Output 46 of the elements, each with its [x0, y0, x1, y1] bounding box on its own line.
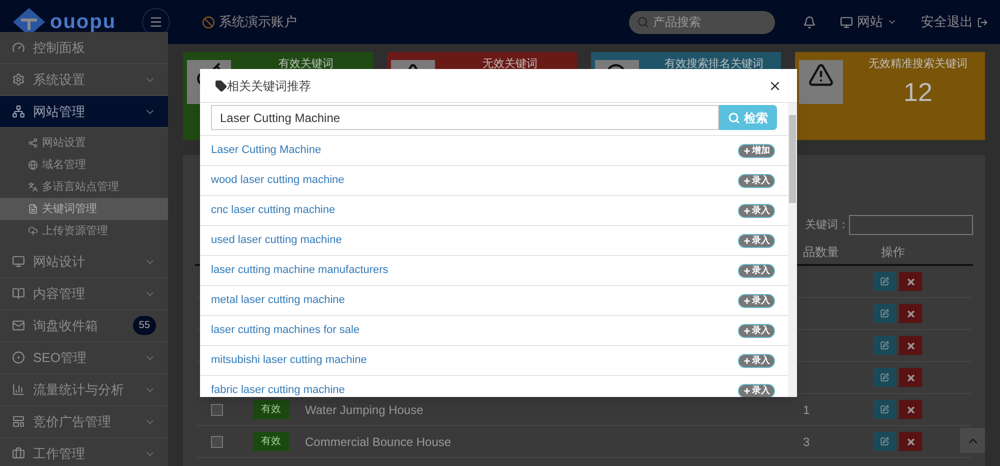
keyword-link[interactable]: fabric laser cutting machine — [211, 382, 738, 397]
table-cell-text: Commercial Bounce House — [305, 434, 452, 450]
keyword-link[interactable]: mitsubishi laser cutting machine — [211, 352, 738, 369]
keyword-search-field[interactable]: Laser Cutting Machine — [211, 105, 719, 130]
table-cell-text: 3 — [803, 434, 811, 450]
site-menu[interactable]: 网站 — [840, 12, 897, 32]
add-keyword-button[interactable]: 录入 — [738, 354, 775, 368]
filter-label: 关键词： — [805, 218, 849, 233]
add-keyword-button[interactable]: 增加 — [738, 144, 775, 158]
column-header[interactable]: 品数量 — [803, 243, 873, 261]
modal-title: 相关关键词推荐 — [227, 78, 312, 94]
add-keyword-button[interactable]: 录入 — [738, 204, 775, 218]
status-badge: 有效 — [253, 400, 289, 419]
table-cell-text: Water Jumping House — [305, 402, 424, 418]
account-label: 系统演示账户 — [219, 13, 297, 32]
stat-label: 无效精准搜索关键词 — [868, 56, 968, 72]
add-keyword-button[interactable]: 录入 — [738, 264, 775, 278]
keyword-link[interactable]: used laser cutting machine — [211, 232, 738, 249]
status-badge: 有效 — [253, 432, 289, 451]
count-badge: 55 — [132, 316, 156, 335]
keyword-link[interactable]: laser cutting machine manufacturers — [211, 262, 738, 279]
add-keyword-button[interactable]: 录入 — [738, 294, 775, 308]
submenu-item[interactable]: 域名管理 — [0, 154, 168, 176]
keyword-link[interactable]: Laser Cutting Machine — [211, 142, 738, 159]
submenu-item[interactable]: 关键词管理 — [0, 198, 168, 220]
table-cell-text: 1 — [803, 402, 811, 418]
submenu-item[interactable]: 网站设置 — [0, 132, 168, 154]
logo-text: ouopu — [50, 10, 116, 35]
add-keyword-button[interactable]: 录入 — [738, 174, 775, 188]
search-field[interactable]: 产品搜索 — [629, 10, 775, 34]
add-keyword-button[interactable]: 录入 — [738, 234, 775, 248]
stat-label: 无效关键词 — [482, 56, 538, 72]
submenu-item[interactable]: 上传资源管理 — [0, 220, 168, 242]
stat-label: 有效关键词 — [278, 56, 334, 72]
stat-label: 有效搜索排名关键词 — [664, 56, 764, 72]
keyword-link[interactable]: metal laser cutting machine — [211, 292, 738, 309]
keyword-link[interactable]: cnc laser cutting machine — [211, 202, 738, 219]
sidebar-item[interactable]: 网站管理 — [0, 96, 168, 128]
keyword-link[interactable]: wood laser cutting machine — [211, 172, 738, 189]
stat-value: 12 — [904, 76, 932, 108]
add-keyword-button[interactable]: 录入 — [738, 384, 775, 397]
keyword-link[interactable]: laser cutting machines for sale — [211, 322, 738, 339]
add-keyword-button[interactable]: 录入 — [738, 324, 775, 338]
logout-link[interactable]: 安全退出 — [921, 12, 988, 32]
column-header[interactable]: 操作 — [873, 243, 973, 261]
submenu-item[interactable]: 多语言站点管理 — [0, 176, 168, 198]
